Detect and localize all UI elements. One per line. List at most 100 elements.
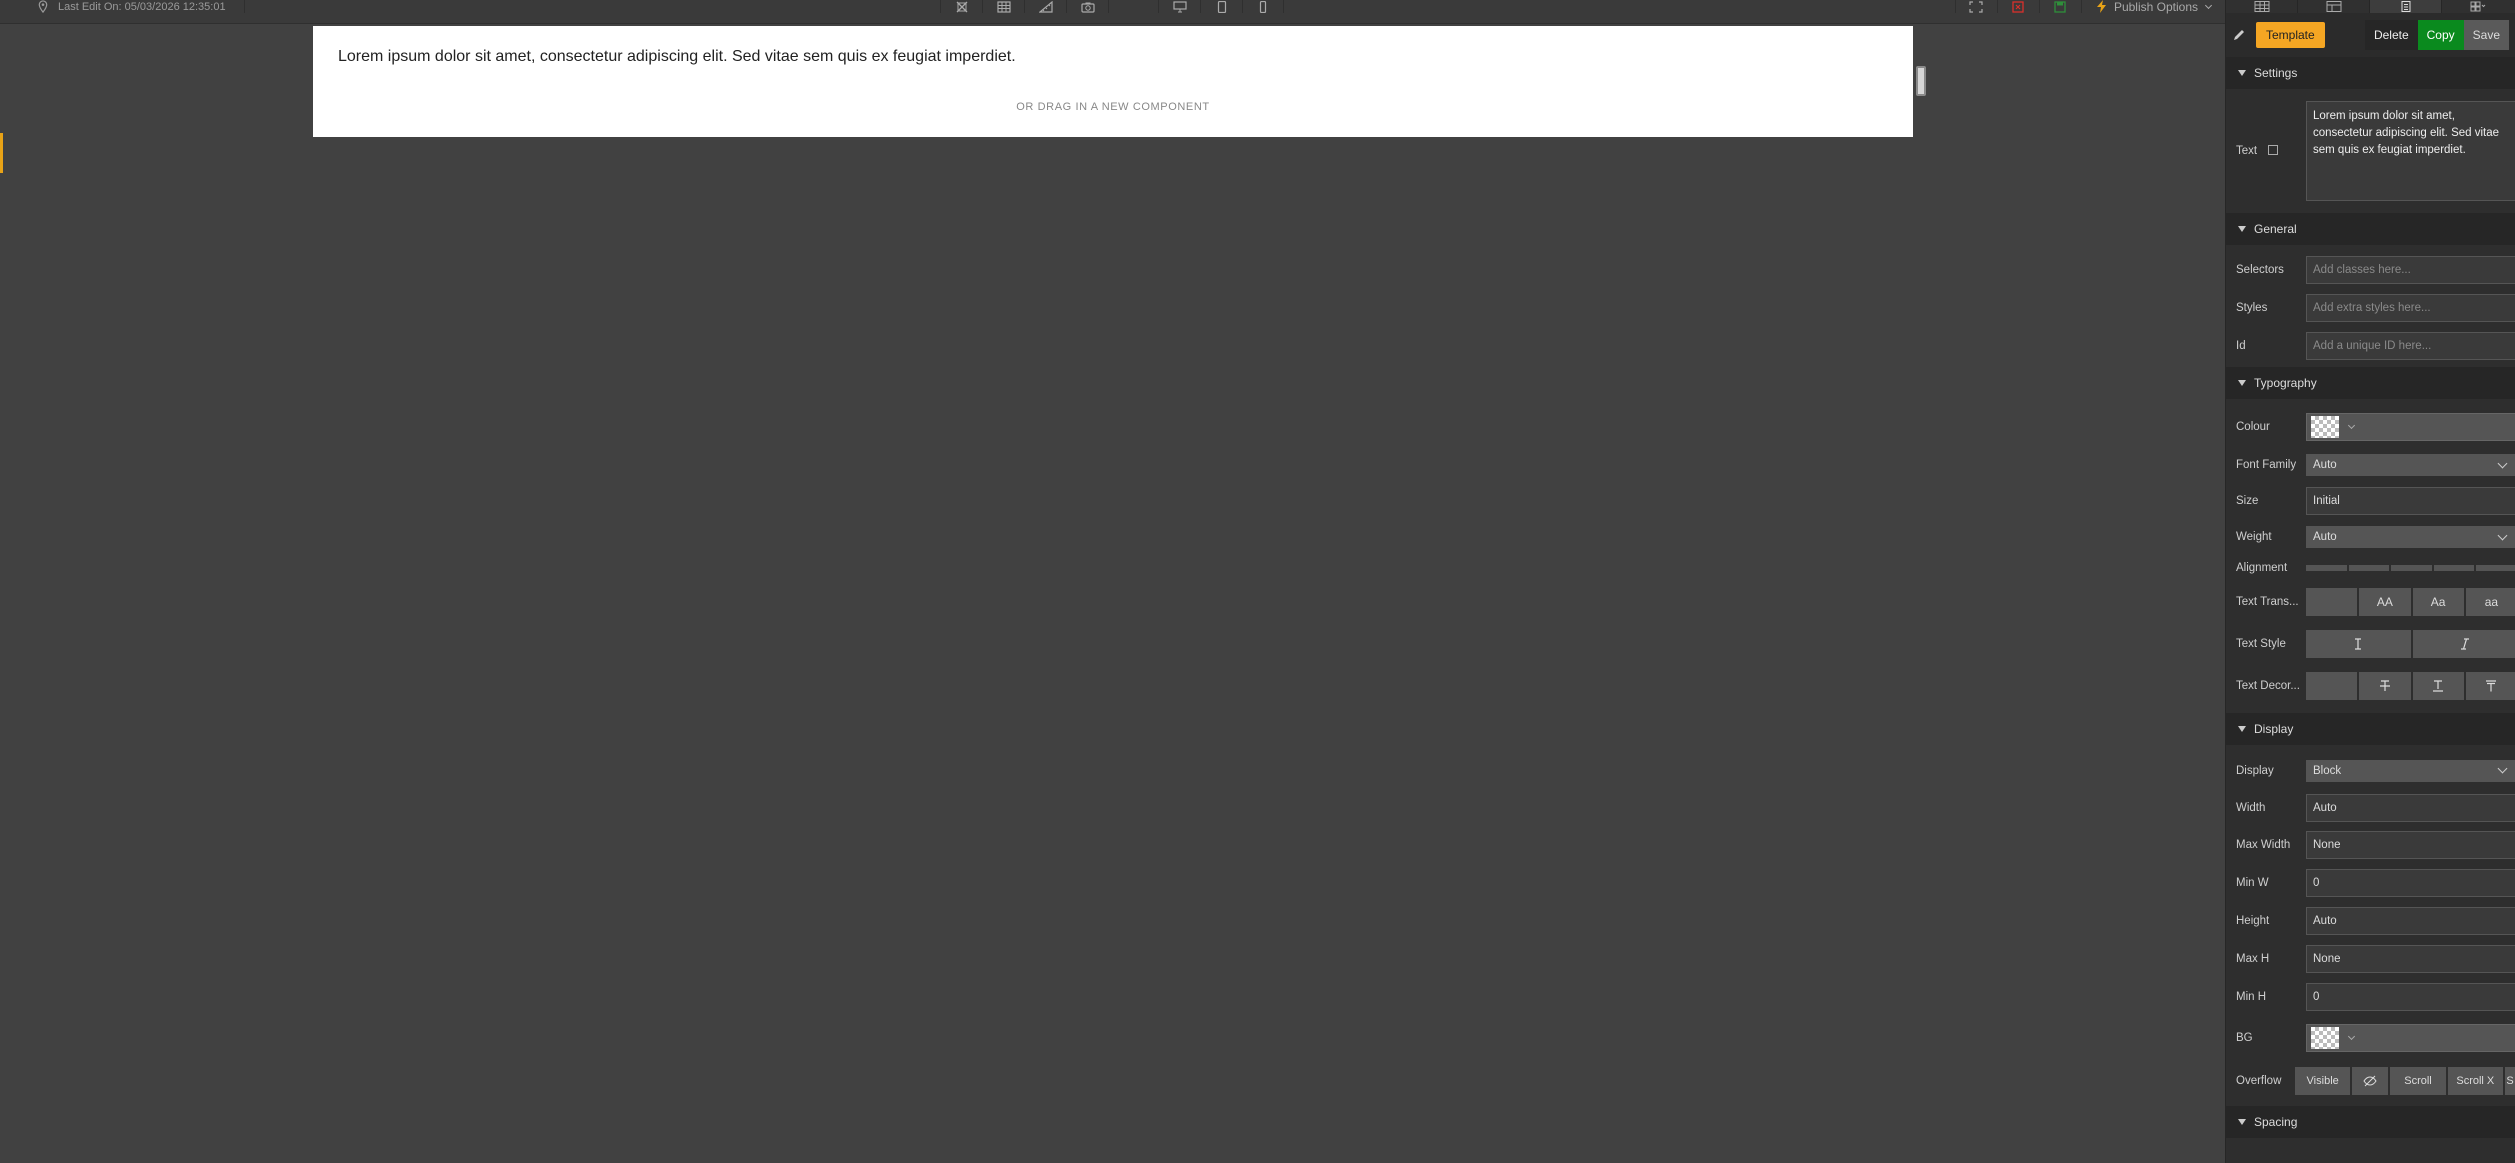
tab-components[interactable] bbox=[2226, 0, 2298, 13]
chevron-down-icon bbox=[2204, 1, 2213, 9]
weight-select[interactable]: Auto bbox=[2306, 526, 2515, 548]
decoration-overline-button[interactable] bbox=[2465, 672, 2515, 700]
top-toolbar: Last Edit On: 05/03/2026 12:35:01 Publis… bbox=[0, 0, 2225, 24]
screenshot-button[interactable] bbox=[1066, 0, 1108, 13]
left-edge-marker bbox=[0, 133, 3, 173]
template-button[interactable]: Template bbox=[2256, 22, 2325, 48]
overflow-scroll-x-button[interactable]: Scroll X bbox=[2447, 1067, 2503, 1095]
transform-lowercase-button[interactable]: aa bbox=[2465, 588, 2515, 616]
height-input[interactable]: Auto bbox=[2306, 907, 2515, 935]
overflow-scroll-button[interactable]: Scroll bbox=[2390, 1067, 2446, 1095]
copy-button[interactable]: Copy bbox=[2417, 20, 2464, 50]
transparent-swatch bbox=[2311, 1027, 2339, 1049]
background-colour-picker[interactable] bbox=[2306, 1024, 2515, 1052]
apps-dropdown-icon bbox=[2470, 1, 2486, 12]
fullscreen-button[interactable] bbox=[1955, 0, 1997, 13]
font-family-select[interactable]: Auto bbox=[2306, 454, 2515, 476]
tab-more[interactable] bbox=[2442, 0, 2514, 13]
ruler-button[interactable] bbox=[1024, 0, 1066, 13]
trash-icon bbox=[2012, 0, 2025, 13]
desktop-icon bbox=[1172, 0, 1187, 12]
min-height-input[interactable]: 0 bbox=[2306, 983, 2515, 1011]
transform-none-button[interactable] bbox=[2306, 588, 2358, 616]
tab-layout[interactable] bbox=[2298, 0, 2370, 13]
publish-options-label: Publish Options bbox=[2113, 0, 2198, 14]
caret-down-icon bbox=[2238, 70, 2246, 76]
ruler-icon bbox=[1038, 0, 1053, 13]
save-page-button[interactable] bbox=[2038, 0, 2081, 13]
align-left-button[interactable] bbox=[2306, 565, 2347, 571]
layout-icon bbox=[2326, 1, 2341, 12]
text-style-row: Text Style bbox=[2226, 623, 2515, 665]
pencil-icon[interactable] bbox=[2232, 28, 2246, 42]
settings-section-header[interactable]: Settings bbox=[2226, 57, 2515, 89]
align-center-button[interactable] bbox=[2348, 565, 2390, 571]
properties-panel: Template Delete Copy Save Settings Text … bbox=[2225, 0, 2515, 1163]
text-decoration-row: Text Decor... bbox=[2226, 665, 2515, 707]
lightning-icon bbox=[2096, 0, 2106, 13]
tablet-view-button[interactable] bbox=[1200, 0, 1242, 13]
general-section-header[interactable]: General bbox=[2226, 213, 2515, 245]
text-component[interactable]: Lorem ipsum dolor sit amet, consectetur … bbox=[313, 26, 1913, 137]
max-width-input[interactable]: None bbox=[2306, 831, 2515, 859]
id-input[interactable] bbox=[2306, 332, 2515, 360]
chevron-down-icon bbox=[2347, 1032, 2356, 1041]
strikethrough-icon bbox=[2379, 680, 2390, 691]
chevron-down-icon bbox=[2497, 763, 2508, 774]
colour-picker[interactable] bbox=[2306, 413, 2515, 441]
eye-slash-icon bbox=[2363, 1075, 2377, 1087]
align-right-button[interactable] bbox=[2391, 565, 2432, 571]
display-section-header[interactable]: Display bbox=[2226, 713, 2515, 745]
style-italic-button[interactable] bbox=[2412, 630, 2515, 658]
background-row: BG bbox=[2226, 1016, 2515, 1060]
tab-properties[interactable] bbox=[2370, 0, 2442, 13]
align-none-button[interactable] bbox=[2476, 565, 2515, 571]
transform-capitalize-button[interactable]: Aa bbox=[2412, 588, 2464, 616]
selectors-input[interactable] bbox=[2306, 256, 2515, 284]
publish-options-menu[interactable]: Publish Options bbox=[2080, 0, 2225, 14]
min-width-input[interactable]: 0 bbox=[2306, 869, 2515, 897]
caret-down-icon bbox=[2238, 226, 2246, 232]
size-input[interactable]: Initial bbox=[2306, 487, 2515, 515]
save-button[interactable]: Save bbox=[2463, 20, 2509, 50]
expand-editor-icon[interactable] bbox=[2268, 145, 2279, 155]
overflow-hidden-button[interactable] bbox=[2352, 1067, 2389, 1095]
spacing-section-header[interactable]: Spacing bbox=[2226, 1106, 2515, 1138]
underline-icon bbox=[2433, 680, 2444, 692]
toggle-outline-button[interactable] bbox=[940, 0, 982, 13]
style-normal-button[interactable] bbox=[2306, 630, 2411, 658]
outline-icon bbox=[956, 1, 967, 12]
overflow-visible-button[interactable]: Visible bbox=[2295, 1067, 2351, 1095]
overflow-scroll-y-button[interactable]: S bbox=[2504, 1067, 2515, 1095]
caret-down-icon bbox=[2238, 1119, 2246, 1125]
styles-input[interactable] bbox=[2306, 294, 2515, 322]
caret-down-icon bbox=[2238, 380, 2246, 386]
component-text[interactable]: Lorem ipsum dolor sit amet, consectetur … bbox=[338, 48, 1016, 66]
text-cursor-icon bbox=[2355, 638, 2362, 650]
overline-icon bbox=[2486, 680, 2497, 692]
typography-section-header[interactable]: Typography bbox=[2226, 367, 2515, 399]
styles-row: Styles bbox=[2226, 289, 2515, 327]
text-content-editor[interactable]: Lorem ipsum dolor sit amet, consectetur … bbox=[2306, 101, 2515, 201]
text-style-buttons bbox=[2306, 630, 2515, 658]
last-edit-info: Last Edit On: 05/03/2026 12:35:01 bbox=[36, 0, 245, 13]
width-input[interactable]: Auto bbox=[2306, 793, 2515, 822]
transform-uppercase-button[interactable]: AA bbox=[2359, 588, 2411, 616]
delete-page-button[interactable] bbox=[1996, 0, 2039, 13]
drag-component-hint: OR DRAG IN A NEW COMPONENT bbox=[1016, 101, 1210, 113]
height-row: Height Auto bbox=[2226, 902, 2515, 940]
decoration-underline-button[interactable] bbox=[2412, 672, 2464, 700]
overflow-row: Overflow Visible Scroll Scroll X S bbox=[2226, 1060, 2515, 1102]
mobile-view-button[interactable] bbox=[1242, 0, 1284, 13]
align-justify-button[interactable] bbox=[2433, 565, 2475, 571]
max-height-input[interactable]: None bbox=[2306, 945, 2515, 973]
canvas-scroll-handle[interactable] bbox=[1916, 66, 1926, 96]
desktop-view-button[interactable] bbox=[1158, 0, 1200, 13]
decoration-strikethrough-button[interactable] bbox=[2359, 672, 2411, 700]
alignment-row: Alignment bbox=[2226, 555, 2515, 581]
mobile-icon bbox=[1259, 0, 1267, 13]
delete-button[interactable]: Delete bbox=[2364, 20, 2418, 50]
display-select[interactable]: Block bbox=[2306, 759, 2515, 782]
grid-view-button[interactable] bbox=[982, 0, 1024, 13]
decoration-none-button[interactable] bbox=[2306, 672, 2358, 700]
